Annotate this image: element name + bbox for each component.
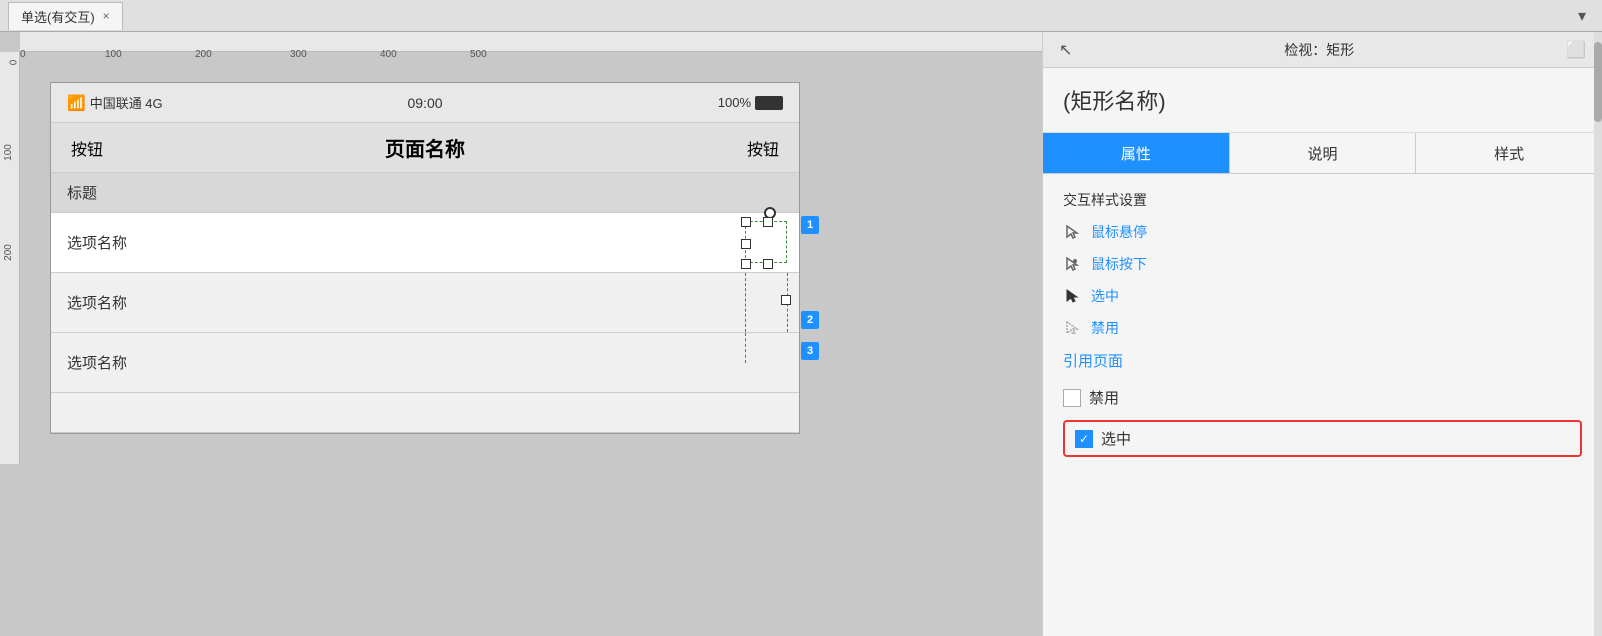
panel-tabs: 属性 说明 样式 [1043, 133, 1602, 174]
scrollbar[interactable] [1594, 32, 1602, 636]
carrier-label: 中国联通 4G [90, 93, 163, 112]
ruler-left: 0 100 200 [0, 52, 20, 464]
list-item-label-0: 选项名称 [67, 232, 127, 253]
panel-content: 交互样式设置 鼠标悬停 鼠标按下 选中 [1043, 174, 1602, 636]
close-icon[interactable]: × [103, 9, 110, 23]
right-panel: ↖ 检视：矩形 ⬜ (矩形名称) 属性 说明 样式 交互样式设置 [1042, 32, 1602, 636]
interaction-hover: 鼠标悬停 [1063, 222, 1582, 242]
ref-page-link[interactable]: 引用页面 [1063, 350, 1582, 371]
handle-bl[interactable] [741, 259, 751, 269]
handle-bm[interactable] [763, 259, 773, 269]
nav-title: 页面名称 [385, 133, 465, 162]
canvas-with-rulers: 0 100 200 300 400 500 0 100 200 [0, 32, 1042, 464]
list-item-1[interactable]: 选项名称 2 [51, 273, 799, 333]
section-header-label: 标题 [67, 182, 97, 203]
list-item-label-1: 选项名称 [67, 292, 127, 313]
handle-tm[interactable] [763, 217, 773, 227]
selected-checkbox-label: 选中 [1101, 428, 1131, 449]
mousedown-icon [1063, 256, 1083, 272]
status-bar: 📶 中国联通 4G 09:00 100% [51, 83, 799, 123]
disabled-link[interactable]: 禁用 [1091, 318, 1119, 338]
hover-link[interactable]: 鼠标悬停 [1091, 222, 1147, 242]
mousedown-link[interactable]: 鼠标按下 [1091, 254, 1147, 274]
canvas-area: 0 100 200 300 400 500 0 100 200 [0, 32, 1042, 636]
selection-handles-2: 2 [741, 273, 801, 332]
selected-checkbox-row: 选中 [1063, 420, 1582, 457]
time-label: 09:00 [407, 95, 442, 111]
handle-mr[interactable] [781, 295, 791, 305]
handle-label-2: 2 [801, 311, 819, 329]
interaction-mousedown: 鼠标按下 [1063, 254, 1582, 274]
tab-bar: 单选(有交互) × ▾ [0, 0, 1602, 32]
selected-checkbox[interactable] [1075, 430, 1093, 448]
interaction-disabled: 禁用 [1063, 318, 1582, 338]
list-section-header: 标题 [51, 173, 799, 213]
panel-header: ↖ 检视：矩形 ⬜ [1043, 32, 1602, 68]
canvas-body: 0 100 200 📶 中国联通 4G 09:00 100% [0, 52, 1042, 464]
signal-icon: 📶 [67, 94, 86, 112]
selected-icon [1063, 288, 1083, 304]
disabled-checkbox-row: 禁用 [1063, 387, 1582, 408]
battery-icon [755, 96, 783, 110]
dashed-right-2 [787, 273, 788, 332]
shape-name-label: (矩形名称) [1063, 89, 1166, 114]
dashed-left-2 [745, 273, 746, 332]
panel-title: 检视：矩形 [1072, 40, 1566, 60]
cursor-icon: ↖ [1059, 40, 1072, 60]
tab-properties[interactable]: 属性 [1043, 133, 1230, 173]
tab-label: 单选(有交互) [21, 7, 95, 26]
ruler-left-0: 0 [9, 60, 20, 66]
section-title: 交互样式设置 [1063, 190, 1582, 210]
selected-link[interactable]: 选中 [1091, 286, 1119, 306]
disabled-icon [1063, 320, 1083, 336]
dashed-outline [745, 221, 787, 263]
tab-dropdown-icon[interactable]: ▾ [1570, 4, 1594, 28]
main-area: 0 100 200 300 400 500 0 100 200 [0, 32, 1602, 636]
tab-style[interactable]: 样式 [1416, 133, 1602, 173]
scrollbar-thumb[interactable] [1594, 42, 1602, 122]
disabled-checkbox[interactable] [1063, 389, 1081, 407]
handle-label-3: 3 [801, 342, 819, 360]
list-item-2[interactable]: 选项名称 3 [51, 333, 799, 393]
shape-name: (矩形名称) [1043, 68, 1602, 133]
handle-ml[interactable] [741, 239, 751, 249]
ruler-top: 0 100 200 300 400 500 [20, 32, 1042, 52]
handle-tl[interactable] [741, 217, 751, 227]
selection-handles-1: 1 [741, 213, 801, 272]
list-item-0[interactable]: 选项名称 [51, 213, 799, 273]
nav-left-btn[interactable]: 按钮 [71, 136, 103, 160]
phone-canvas: 📶 中国联通 4G 09:00 100% 按钮 页面名称 按钮 [50, 82, 800, 434]
list-item-label-2: 选项名称 [67, 352, 127, 373]
battery-pct: 100% [718, 95, 751, 110]
disabled-checkbox-label: 禁用 [1089, 387, 1119, 408]
tab-item[interactable]: 单选(有交互) × [8, 2, 123, 30]
ruler-left-200: 200 [3, 244, 14, 261]
nav-bar: 按钮 页面名称 按钮 [51, 123, 799, 173]
handle-label-1: 1 [801, 216, 819, 234]
handle-3-container: 3 [741, 333, 801, 363]
interaction-selected: 选中 [1063, 286, 1582, 306]
hover-icon [1063, 224, 1083, 240]
canvas-viewport: 📶 中国联通 4G 09:00 100% 按钮 页面名称 按钮 [20, 52, 830, 464]
list-item-empty [51, 393, 799, 433]
dashed-left-3 [745, 333, 746, 363]
nav-right-btn[interactable]: 按钮 [747, 136, 779, 160]
new-file-icon[interactable]: ⬜ [1566, 40, 1586, 60]
ruler-left-100: 100 [3, 144, 14, 161]
tab-description[interactable]: 说明 [1230, 133, 1417, 173]
